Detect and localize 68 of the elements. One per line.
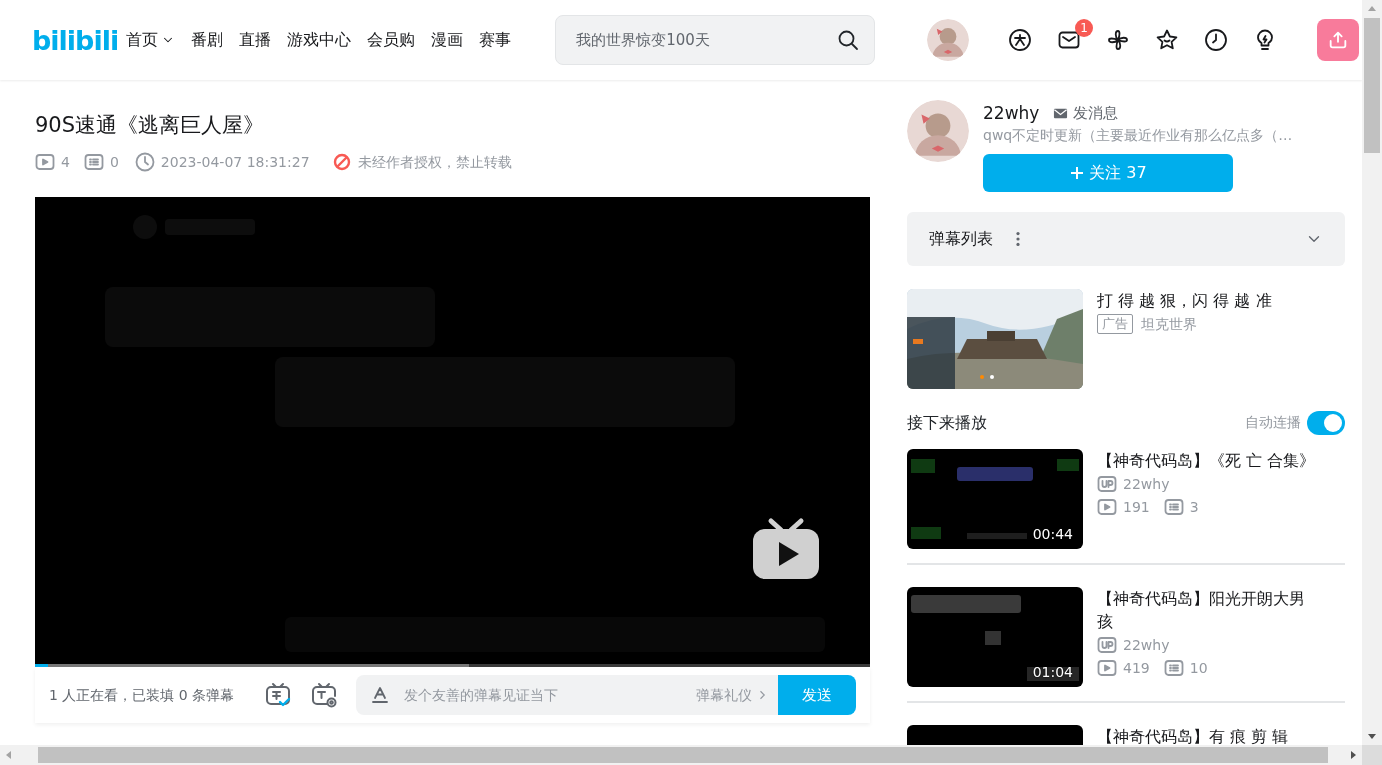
danmaku-count: 0	[109, 152, 119, 172]
uploader-name: 22why	[1123, 635, 1170, 655]
no-repost-icon	[331, 152, 352, 173]
danmaku-count-icon	[1163, 658, 1184, 679]
uploader-icon	[1097, 474, 1117, 495]
play-count-icon	[35, 152, 55, 173]
nav-link[interactable]: 赛事	[479, 28, 512, 52]
scrollbar-thumb[interactable]	[1364, 18, 1380, 153]
plus-icon	[1069, 164, 1086, 181]
uploader-name: 22why	[1123, 474, 1170, 494]
video-title: 90S速通《逃离巨人屋》	[35, 112, 266, 139]
pinwheel-icon[interactable]	[1106, 28, 1131, 52]
autoplay-switch[interactable]	[1307, 410, 1345, 435]
danmaku-list-header[interactable]: 弹幕列表	[907, 211, 1345, 266]
horizontal-scrollbar[interactable]	[0, 745, 1362, 765]
uploader-name[interactable]: 22why	[983, 103, 1040, 124]
video-title-link[interactable]: 【神奇代码岛】阳光开朗大男孩	[1097, 586, 1317, 633]
scrollbar-thumb[interactable]	[38, 747, 1328, 763]
play-count-icon	[1097, 497, 1117, 518]
danmaku-count-icon	[83, 152, 104, 173]
message-link[interactable]: 发消息	[1053, 102, 1119, 125]
nav-link[interactable]: 漫画	[431, 28, 464, 52]
copyright-notice: 未经作者授权，禁止转载	[357, 152, 512, 172]
search-icon[interactable]	[836, 28, 861, 52]
search-input[interactable]: 我的世界惊变100天	[574, 27, 837, 53]
notification-badge: 1	[1075, 19, 1094, 37]
video-title-link[interactable]: 【神奇代码岛】《死 亡 合集》	[1097, 448, 1317, 472]
star-icon[interactable]	[1155, 28, 1180, 52]
nav-link[interactable]: 首页	[126, 28, 176, 52]
avatar[interactable]	[907, 100, 969, 162]
play-icon[interactable]	[751, 517, 821, 582]
video-title-link[interactable]: 【神奇代码岛】有 痕 剪 辑	[1097, 724, 1317, 745]
avatar[interactable]	[927, 19, 970, 61]
danmaku-list-title: 弹幕列表	[929, 227, 993, 250]
duration: 01:04	[1032, 662, 1073, 682]
more-icon[interactable]	[1015, 229, 1021, 248]
nav-link[interactable]: 直播	[239, 28, 272, 52]
danmaku-count: 3	[1189, 497, 1199, 517]
uploader-icon	[1097, 635, 1117, 656]
nav-link[interactable]: 番剧	[191, 28, 224, 52]
danmaku-settings-icon[interactable]	[310, 681, 339, 710]
uploader-description: qwq不定时更新（主要最近作业有那么亿点多（…	[983, 125, 1294, 145]
view-count: 4	[61, 152, 70, 172]
progress-bar[interactable]	[35, 664, 870, 668]
scrollbar-corner	[1362, 745, 1382, 765]
danmaku-count: 10	[1189, 658, 1208, 678]
vertical-scrollbar[interactable]	[1362, 0, 1382, 745]
play-count-icon	[1097, 658, 1117, 679]
view-count: 191	[1123, 497, 1150, 517]
danmaku-input[interactable]: 发个友善的弹幕见证当下	[402, 683, 696, 707]
autoplay-label: 自动连播	[1245, 413, 1301, 432]
nav-link[interactable]: 会员购	[367, 28, 416, 52]
text-style-icon[interactable]	[370, 685, 391, 706]
duration: 00:44	[1032, 524, 1073, 544]
danmaku-count-icon	[1163, 497, 1184, 518]
person-circle-icon[interactable]	[1008, 28, 1033, 52]
search-field[interactable]: 我的世界惊变100天	[555, 15, 876, 65]
sponsor-name: 坦克世界	[1141, 314, 1197, 334]
section-title: 接下来播放	[907, 411, 987, 434]
clock-icon[interactable]	[1204, 28, 1229, 52]
ad-tag: 广告	[1097, 314, 1133, 335]
viewer-count: 1 人正在看，已装填 0 条弹幕	[49, 685, 235, 705]
clock-icon	[134, 152, 155, 173]
publish-date: 2023-04-07 18:31:27	[160, 152, 310, 172]
ad-title[interactable]: 打 得 越 狠，闪 得 越 准	[1097, 288, 1272, 312]
nav-link[interactable]: 游戏中心	[287, 28, 352, 52]
view-count: 419	[1123, 658, 1150, 678]
upload-button[interactable]	[1317, 19, 1360, 61]
